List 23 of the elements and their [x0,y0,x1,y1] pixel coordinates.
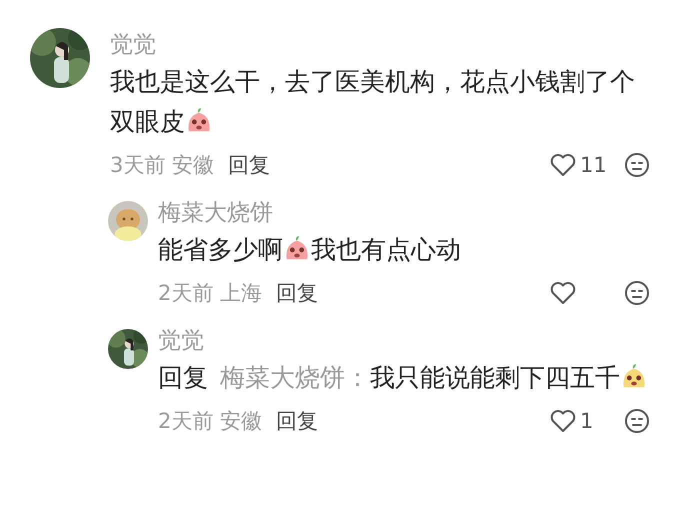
comment-text: 我也有点心动 [311,235,461,264]
mention-link[interactable]: 梅菜大烧饼： [220,363,370,392]
time-location: 3天前 安徽 [110,152,214,179]
time-location: 2天前 安徽 [158,408,262,435]
comment-text: 我也是这么干，去了医美机构，花点小钱割了个双眼皮 [110,67,635,136]
time-location: 2天前 上海 [158,280,262,307]
neutral-face-icon[interactable] [624,152,650,178]
reply-label: 回复 [158,363,208,392]
author-name[interactable]: 觉觉 [110,28,650,62]
like-count: 1 [579,409,594,433]
comment-text: 我只能说能剩下四五千 [370,363,620,392]
neutral-face-icon[interactable] [624,280,650,306]
reply-link[interactable]: 回复 [276,407,318,435]
neutral-face-icon[interactable] [624,408,650,434]
heart-icon[interactable] [550,409,576,433]
heart-icon[interactable] [550,281,576,305]
author-name[interactable]: 梅菜大烧饼 [158,196,650,230]
author-name[interactable]: 觉觉 [158,324,650,358]
reply-link[interactable]: 回复 [276,279,318,307]
reply-link[interactable]: 回复 [228,151,270,179]
comment-text: 能省多少啊 [158,235,283,264]
heart-icon[interactable] [550,153,576,177]
like-count: 11 [579,153,608,177]
